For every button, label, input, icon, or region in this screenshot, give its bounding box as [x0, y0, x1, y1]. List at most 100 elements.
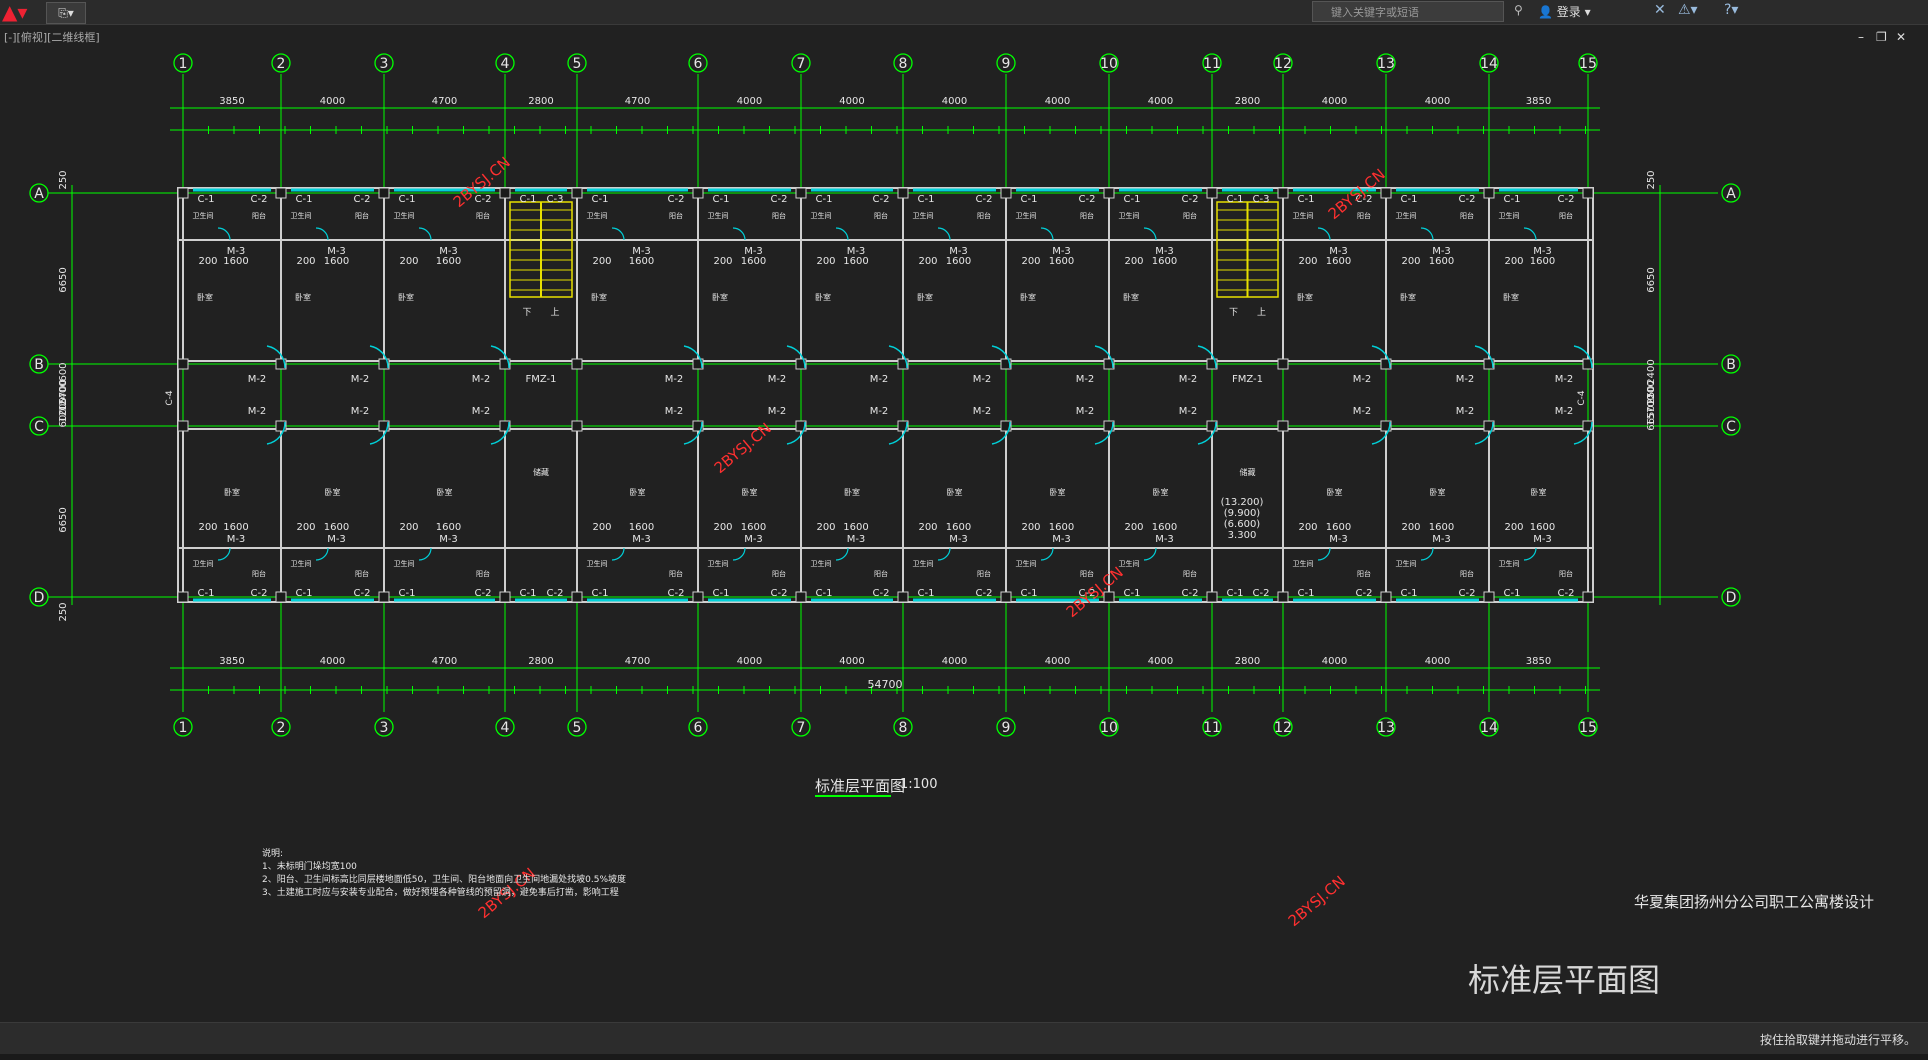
column — [1380, 187, 1392, 199]
window-label-c1: C-1 — [713, 588, 730, 599]
door-m2-label: M-2 — [248, 374, 267, 385]
side-dim-text: 6650 — [1646, 267, 1657, 292]
balcony-label: 阳台 — [476, 569, 490, 578]
bedroom-label: 卧室 — [295, 292, 311, 302]
door-m2-label: M-2 — [1076, 374, 1095, 385]
door-arc-small — [1143, 227, 1157, 241]
dim-text: 4000 — [1322, 656, 1347, 667]
window-label-c1: C-1 — [1298, 588, 1315, 599]
plan-scale: 1:100 — [900, 777, 938, 792]
column — [499, 187, 511, 199]
side-dim-text: 250 — [1646, 170, 1657, 189]
door-arc-small — [315, 547, 329, 561]
dim-1600: 1600 — [741, 256, 766, 267]
door-m2-label: M-2 — [248, 406, 267, 417]
balcony-label: 阳台 — [1559, 569, 1573, 578]
balcony-label: 阳台 — [1183, 569, 1197, 578]
dim-200: 200 — [816, 522, 835, 533]
grid-col-label: 6 — [694, 56, 703, 72]
door-m3-label: M-3 — [1432, 534, 1451, 545]
doors — [193, 188, 1593, 602]
fire-door-label: FMZ-1 — [1232, 374, 1263, 385]
door-arc-small — [217, 547, 231, 561]
door-m3-label: M-3 — [227, 246, 246, 257]
bedroom-label: 卧室 — [630, 487, 646, 497]
window-label-c2: C-2 — [547, 588, 564, 599]
window-label-c2: C-2 — [1459, 194, 1476, 205]
column — [275, 187, 287, 199]
window-label-c2: C-2 — [976, 588, 993, 599]
window-label-c2: C-2 — [976, 194, 993, 205]
grid-col-label: 10 — [1100, 720, 1118, 736]
balcony-label: 阳台 — [1080, 211, 1094, 220]
dim-text: 2800 — [528, 656, 553, 667]
dim-200: 200 — [296, 522, 315, 533]
elevation-label: (13.200) — [1221, 497, 1264, 508]
window-label-c1: C-1 — [592, 194, 609, 205]
elevation-label: 3.300 — [1228, 530, 1257, 541]
dim-200: 200 — [918, 256, 937, 267]
door-m2-label: M-2 — [1353, 406, 1372, 417]
drawing-name: 标准层平面图 — [1468, 961, 1661, 999]
dim-text: 4000 — [942, 96, 967, 107]
elevation-label: (9.900) — [1224, 508, 1261, 519]
door-arc-small — [315, 227, 329, 241]
column — [795, 591, 807, 603]
bedroom-label: 卧室 — [197, 292, 213, 302]
dim-200: 200 — [713, 522, 732, 533]
column — [692, 591, 704, 603]
dim-200: 200 — [399, 256, 418, 267]
window-label-c4: C-4 — [165, 390, 175, 406]
dim-1600: 1600 — [946, 256, 971, 267]
grid-col-label: 3 — [380, 720, 389, 736]
balcony-label: 阳台 — [1460, 569, 1474, 578]
column — [1582, 187, 1594, 199]
dim-1600: 1600 — [1530, 256, 1555, 267]
door-m2-label: M-2 — [1353, 374, 1372, 385]
column — [177, 187, 189, 199]
status-message: 按住拾取键并拖动进行平移。 — [1759, 1033, 1916, 1047]
window-label-c1: C-1 — [520, 194, 537, 205]
window-label-c1: C-1 — [1124, 588, 1141, 599]
door-arc-small — [1523, 227, 1537, 241]
dim-text: 4000 — [1425, 656, 1450, 667]
door-m2-label: M-2 — [351, 374, 370, 385]
window-label-c1: C-1 — [1227, 588, 1244, 599]
window-label-c1: C-1 — [1504, 588, 1521, 599]
fire-door-label: FMZ-1 — [525, 374, 556, 385]
door-m3-label: M-3 — [949, 534, 968, 545]
column — [1000, 591, 1012, 603]
door-arc-small — [835, 547, 849, 561]
dim-200: 200 — [1504, 256, 1523, 267]
column — [1380, 591, 1392, 603]
door-m3-label: M-3 — [1052, 534, 1071, 545]
dim-1600: 1600 — [629, 256, 654, 267]
door-m2-label: M-2 — [665, 406, 684, 417]
window-label-c2: C-3 — [547, 194, 564, 205]
column — [378, 591, 390, 603]
grid-row-label: B — [34, 357, 44, 373]
door-m2-label: M-2 — [1555, 406, 1574, 417]
column — [571, 358, 583, 370]
dim-text: 4000 — [737, 656, 762, 667]
balcony-label: 阳台 — [1357, 211, 1371, 220]
window-label-c2: C-2 — [1558, 588, 1575, 599]
grid-col-label: 12 — [1274, 720, 1292, 736]
bath-label: 卫生间 — [1293, 559, 1314, 568]
door-arc-small — [611, 227, 625, 241]
door-m2-label: M-2 — [1076, 406, 1095, 417]
side-dim-text: 250 — [58, 602, 69, 621]
column — [1277, 591, 1289, 603]
window-label-c2: C-2 — [1356, 588, 1373, 599]
balcony-label: 阳台 — [772, 211, 786, 220]
door-m3-label: M-3 — [949, 246, 968, 257]
grid-col-label: 11 — [1203, 720, 1221, 736]
dim-text: 4000 — [942, 656, 967, 667]
window-label-c1: C-1 — [1124, 194, 1141, 205]
bedroom-label: 卧室 — [1531, 487, 1547, 497]
dim-200: 200 — [198, 522, 217, 533]
dim-1600: 1600 — [1152, 256, 1177, 267]
dim-text: 3850 — [1526, 96, 1551, 107]
bedroom-label: 卧室 — [1400, 292, 1416, 302]
grid-row-label: A — [34, 186, 44, 202]
